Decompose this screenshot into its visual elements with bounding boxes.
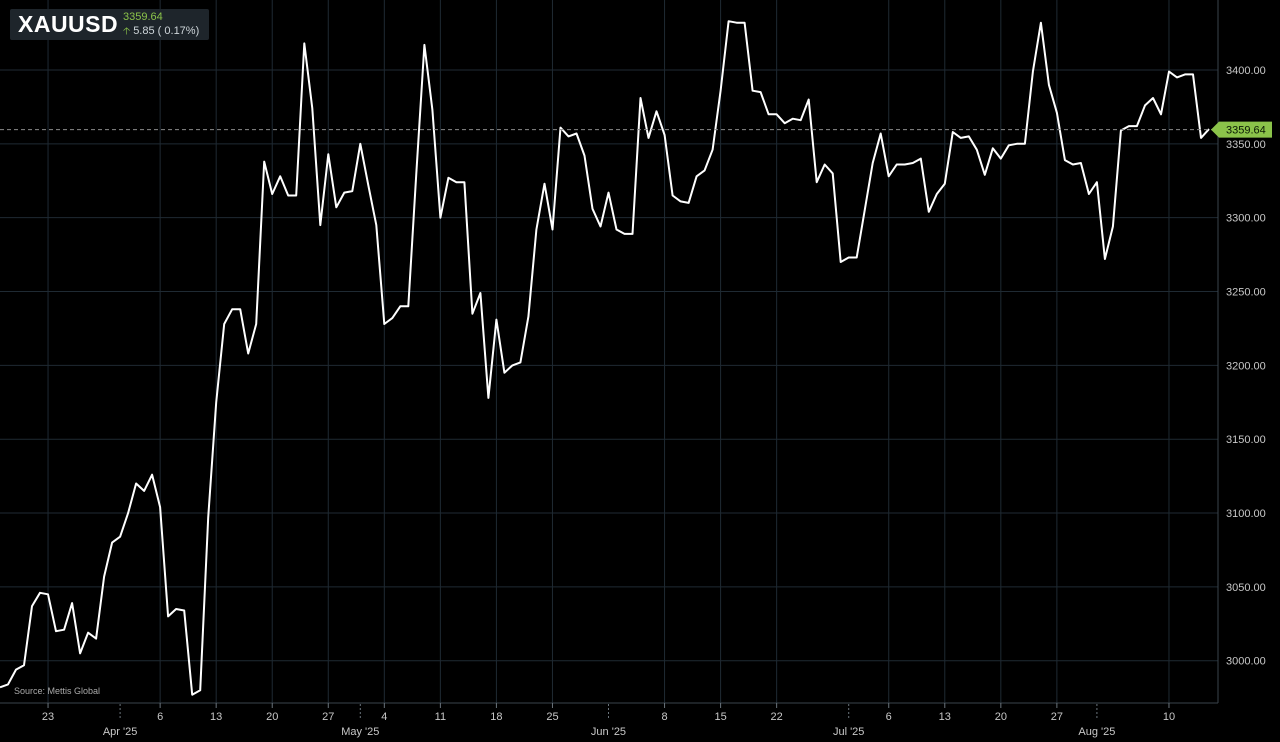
x-tick-label: 27 — [322, 711, 334, 723]
y-tick-label: 3250.00 — [1226, 287, 1266, 299]
x-tick-label: 13 — [210, 711, 222, 723]
last-price-label: 3359.64 — [1226, 125, 1266, 137]
price-chart[interactable]: 3000.00 3050.00 3100.00 3150.00 3200.00 3250.… — [0, 0, 1280, 742]
x-tick-label: 8 — [661, 711, 667, 723]
y-tick-label: 3000.00 — [1226, 656, 1266, 668]
ticker-change: 🡡 5.85 ( 0.17%) — [123, 24, 199, 41]
ticker-change-value: 5.85 — [133, 25, 155, 37]
x-month-label: Jun '25 — [591, 726, 626, 738]
x-tick-label: 22 — [771, 711, 783, 723]
ticker-symbol: XAUUSD — [18, 11, 119, 37]
ticker-change-pct: ( 0.17%) — [157, 25, 200, 37]
ticker-panel: XAUUSD 3359.64 🡡 5.85 ( 0.17%) — [10, 9, 209, 40]
x-tick-label: 18 — [490, 711, 502, 723]
y-tick-label: 3350.00 — [1226, 139, 1266, 151]
y-tick-label: 3100.00 — [1226, 508, 1266, 520]
x-tick-label: 15 — [714, 711, 726, 723]
x-tick-label: 11 — [435, 711, 446, 723]
x-tick-label: 10 — [1163, 711, 1175, 723]
x-month-label: Aug '25 — [1078, 726, 1115, 738]
x-tick-label: 27 — [1051, 711, 1063, 723]
y-tick-label: 3150.00 — [1226, 434, 1266, 446]
x-tick-label: 4 — [381, 711, 387, 723]
y-tick-label: 3300.00 — [1226, 213, 1266, 225]
y-tick-label: 3050.00 — [1226, 582, 1266, 594]
x-month-label: May '25 — [341, 726, 379, 738]
x-tick-label: 20 — [995, 711, 1007, 723]
up-arrow-icon: 🡡 — [123, 26, 131, 37]
x-month-label: Apr '25 — [103, 726, 138, 738]
x-tick-label: 25 — [546, 711, 558, 723]
source-note: Source: Mettis Global — [14, 686, 101, 696]
y-tick-label: 3400.00 — [1226, 65, 1266, 77]
x-tick-label: 6 — [886, 711, 892, 723]
x-tick-label: 13 — [939, 711, 951, 723]
x-tick-label: 23 — [42, 711, 54, 723]
x-tick-label: 20 — [266, 711, 278, 723]
x-tick-label: 6 — [157, 711, 163, 723]
ticker-price: 3359.64 — [123, 11, 163, 23]
x-month-label: Jul '25 — [833, 726, 864, 738]
y-tick-label: 3200.00 — [1226, 360, 1266, 372]
